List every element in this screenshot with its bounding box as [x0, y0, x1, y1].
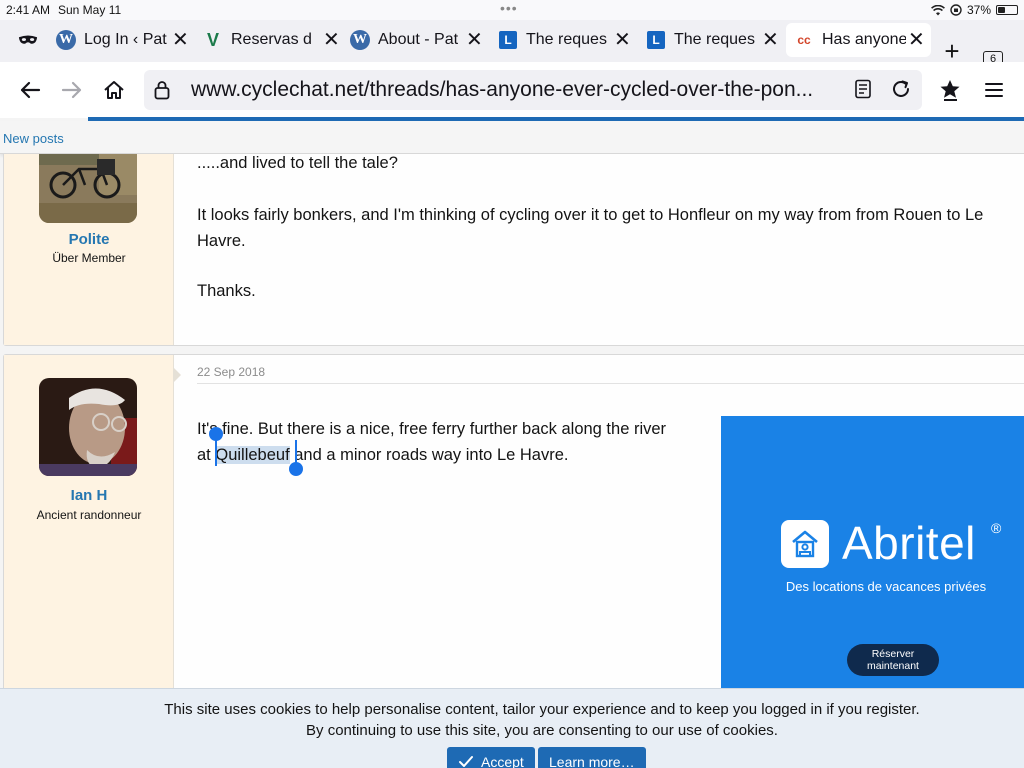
ad-cta-button[interactable]: Réserver maintenant — [847, 644, 939, 676]
post-message: .....and lived to tell the tale? It look… — [197, 154, 1024, 304]
post-date[interactable]: 22 Sep 2018 — [197, 365, 265, 379]
text-segment: at — [197, 446, 216, 464]
close-icon[interactable]: ✕ — [323, 30, 340, 50]
post-line: at Quillebeuf and a minor roads way into… — [197, 442, 717, 468]
tab-title: Has anyone — [822, 31, 906, 48]
post-polite: Polite Über Member .....and lived to tel… — [3, 154, 1024, 346]
avatar[interactable] — [39, 378, 137, 476]
new-tab-button[interactable]: + — [940, 38, 964, 64]
status-time: 2:41 AM — [6, 3, 51, 17]
tab-title: About - Pat — [378, 31, 459, 48]
selection-start-caret — [215, 440, 217, 466]
l-logo-icon: L — [498, 30, 518, 50]
house-icon — [781, 520, 829, 568]
avatar[interactable] — [39, 154, 137, 223]
battery-percent: 37% — [966, 3, 991, 17]
cookie-text: This site uses cookies to help personali… — [164, 701, 920, 718]
address-bar[interactable]: www.cyclechat.net/threads/has-anyone-eve… — [144, 70, 922, 110]
orientation-lock-icon — [950, 4, 962, 16]
lock-icon[interactable] — [154, 80, 170, 105]
status-bar: 2:41 AM Sun May 11 ••• 37% — [0, 0, 1024, 20]
wordpress-icon: W — [56, 30, 76, 50]
tab-about[interactable]: W About - Pat ✕ — [350, 23, 483, 57]
bookmarks-button[interactable] — [937, 76, 965, 104]
home-button[interactable] — [100, 76, 128, 104]
post-paragraph: .....and lived to tell the tale? — [197, 154, 398, 172]
accept-button[interactable]: Accept — [447, 747, 535, 768]
browser-toolbar: www.cyclechat.net/threads/has-anyone-eve… — [0, 62, 1024, 118]
cookie-text: By continuing to use this site, you are … — [306, 722, 778, 739]
url-text[interactable]: www.cyclechat.net/threads/has-anyone-eve… — [191, 78, 837, 102]
post-divider — [197, 383, 1024, 384]
forward-arrow-icon — [61, 81, 82, 99]
learn-more-label: Learn more… — [549, 754, 635, 768]
post-pointer — [173, 367, 181, 383]
cyclechat-icon: cc — [797, 33, 811, 47]
post-paragraph: It looks fairly bonkers, and I'm thinkin… — [197, 206, 984, 224]
star-list-icon — [940, 80, 960, 101]
mask-icon — [18, 30, 38, 50]
forward-button[interactable] — [58, 76, 86, 104]
ad-brand: Abritel — [842, 517, 976, 569]
hamburger-menu-icon — [985, 83, 1003, 97]
site-nav-bar: New posts — [0, 121, 1024, 154]
close-icon[interactable]: ✕ — [762, 30, 779, 50]
cta-line: maintenant — [867, 660, 919, 672]
close-icon[interactable]: ✕ — [614, 30, 631, 50]
close-icon[interactable]: ✕ — [908, 30, 925, 50]
wifi-icon — [931, 4, 945, 15]
v-logo-icon: V — [206, 29, 219, 50]
l-logo-icon: L — [646, 30, 666, 50]
back-arrow-icon — [20, 81, 41, 99]
multitasking-dots[interactable]: ••• — [500, 0, 518, 16]
tab-log-in[interactable]: W Log In ‹ Pat ✕ — [56, 23, 189, 57]
new-posts-link[interactable]: New posts — [3, 131, 64, 146]
close-icon[interactable]: ✕ — [172, 30, 189, 50]
ad-registered-mark: ® — [991, 520, 1002, 536]
menu-button[interactable] — [980, 76, 1008, 104]
back-button[interactable] — [16, 76, 44, 104]
wordpress-icon: W — [350, 30, 370, 50]
post-message: It's fine. But there is a nice, free fer… — [197, 416, 717, 468]
tab-title: Reservas d — [231, 31, 312, 48]
abritel-ad[interactable]: Abritel ® Des locations de vacances priv… — [721, 416, 1024, 706]
learn-more-button[interactable]: Learn more… — [538, 747, 646, 768]
tab-private[interactable] — [18, 23, 46, 57]
post-paragraph: Havre. — [197, 232, 246, 250]
tab-strip: W Log In ‹ Pat ✕ V Reservas d ✕ W About … — [0, 20, 1024, 69]
selection-start-handle[interactable] — [209, 427, 223, 441]
status-indicators: 37% — [931, 3, 1018, 17]
username[interactable]: Polite — [4, 231, 174, 248]
tab-has-anyone[interactable]: cc Has anyone ✕ — [786, 23, 931, 57]
close-icon[interactable]: ✕ — [466, 30, 483, 50]
reader-view-icon[interactable] — [854, 79, 872, 104]
cta-line: Réserver — [871, 648, 915, 660]
text-segment: and a minor roads way into Le Havre. — [289, 446, 569, 464]
cookie-notice: This site uses cookies to help personali… — [0, 688, 1024, 768]
user-title: Über Member — [52, 251, 126, 265]
post-user-column: Polite Über Member — [4, 154, 174, 345]
tab-title: The reques — [674, 31, 755, 48]
tab-request-1[interactable]: L The reques ✕ — [498, 23, 631, 57]
reload-icon[interactable] — [890, 78, 912, 105]
post-line: It's fine. But there is a nice, free fer… — [197, 420, 667, 438]
battery-icon — [996, 5, 1018, 15]
username[interactable]: Ian H — [4, 487, 174, 504]
home-icon — [104, 81, 124, 99]
tab-request-2[interactable]: L The reques ✕ — [646, 23, 779, 57]
status-date: Sun May 11 — [58, 3, 122, 17]
accept-label: Accept — [481, 754, 524, 768]
ad-tagline: Des locations de vacances privées — [785, 579, 987, 594]
tab-title: The reques — [526, 31, 607, 48]
thread-posts: Polite Über Member .....and lived to tel… — [0, 154, 1024, 768]
user-title: Ancient randonneur — [36, 508, 142, 522]
selection-end-handle[interactable] — [289, 462, 303, 476]
tab-reservas[interactable]: V Reservas d ✕ — [203, 23, 340, 57]
post-paragraph: Thanks. — [197, 282, 256, 300]
tab-title: Log In ‹ Pat — [84, 31, 167, 48]
checkmark-icon — [459, 756, 473, 767]
selected-text[interactable]: Quillebeuf — [215, 446, 290, 464]
